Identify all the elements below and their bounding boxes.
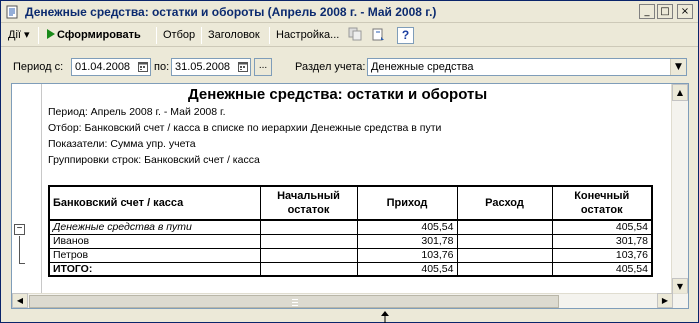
run-report-button[interactable]: Сформировать — [43, 26, 144, 45]
actions-menu-button[interactable]: Дії ▾ — [5, 26, 33, 45]
close-button[interactable]: × — [677, 4, 693, 19]
copy-settings-icon[interactable] — [346, 27, 364, 44]
report-info-filter: Отбор: Банковский счет / касса в списке … — [48, 122, 442, 134]
total-label: ИТОГО: — [48, 261, 261, 277]
total-income: 405,54 — [356, 261, 458, 277]
thumb-grip — [292, 305, 298, 306]
minimize-button[interactable]: _ — [639, 4, 655, 19]
toolbar-separator — [156, 27, 157, 44]
report-info-grouping: Группировки строк: Банковский счет / кас… — [48, 154, 260, 166]
period-to-field[interactable]: 31.05.2008 — [171, 58, 251, 76]
row-income: 103,76 — [356, 247, 458, 263]
horizontal-scroll-thumb[interactable] — [29, 295, 559, 308]
row-start-balance — [259, 247, 358, 263]
column-header-end-balance: Конечный остаток — [551, 185, 653, 221]
report-window: Денежные средства: остатки и обороты (Ап… — [0, 0, 699, 323]
group-tree-line-end — [19, 263, 25, 264]
row-account-name: Иванов — [48, 233, 261, 249]
row-expense — [456, 247, 553, 263]
row-expense — [456, 219, 553, 235]
row-income: 405,54 — [356, 219, 458, 235]
scroll-left-icon[interactable]: ◀ — [12, 293, 28, 308]
period-from-label: Период с: — [13, 61, 64, 73]
total-expense — [456, 261, 553, 277]
thumb-grip — [292, 299, 298, 300]
toolbar-separator — [269, 27, 270, 44]
period-from-value: 01.04.2008 — [75, 61, 131, 73]
column-header-income: Приход — [356, 185, 458, 221]
report-title: Денежные средства: остатки и обороты — [188, 86, 488, 103]
report-info-period: Период: Апрель 2008 г. - Май 2008 г. — [48, 106, 226, 118]
period-from-field[interactable]: 01.04.2008 — [71, 58, 151, 76]
window-title: Денежные средства: остатки и обороты (Ап… — [25, 5, 437, 19]
report-info-indicators: Показатели: Сумма упр. учета — [48, 138, 196, 150]
table-row[interactable]: Иванов 301,78 301,78 — [48, 233, 653, 249]
row-start-balance — [259, 233, 358, 249]
chevron-down-icon: ▾ — [24, 29, 30, 41]
row-end-balance: 405,54 — [551, 219, 653, 235]
document-icon — [6, 5, 18, 19]
toolbar-separator — [201, 27, 202, 44]
title-bar[interactable]: Денежные средства: остатки и обороты (Ап… — [1, 1, 698, 23]
row-expense — [456, 233, 553, 249]
total-start-balance — [259, 261, 358, 277]
collapse-group-toggle[interactable]: − — [14, 224, 25, 235]
group-tree-line — [19, 236, 20, 264]
period-select-button[interactable]: ... — [254, 58, 272, 76]
toolbar: Дії ▾ Сформировать Отбор Заголовок Настр… — [1, 24, 698, 47]
section-select[interactable]: Денежные средства ▼ — [367, 58, 687, 76]
calendar-icon[interactable] — [137, 59, 149, 75]
header-button[interactable]: Заголовок — [205, 26, 263, 45]
vertical-scrollbar[interactable]: ▲ ▼ — [671, 84, 688, 295]
period-to-label: по: — [154, 61, 170, 73]
row-start-balance — [259, 219, 358, 235]
section-value: Денежные средства — [371, 61, 474, 73]
table-total-row[interactable]: ИТОГО: 405,54 405,54 — [48, 261, 653, 277]
report-panel[interactable]: − Денежные средства: остатки и обороты П… — [11, 83, 689, 309]
filter-button[interactable]: Отбор — [160, 26, 198, 45]
maximize-button[interactable]: □ — [657, 4, 673, 19]
table-row[interactable]: Петров 103,76 103,76 — [48, 247, 653, 263]
settings-button[interactable]: Настройка... — [273, 26, 342, 45]
resize-cursor-icon[interactable] — [379, 311, 391, 323]
row-end-balance: 103,76 — [551, 247, 653, 263]
scroll-right-icon[interactable]: ▶ — [657, 293, 673, 308]
refresh-settings-icon[interactable] — [369, 27, 387, 44]
horizontal-scrollbar[interactable]: ◀ ▶ — [12, 293, 688, 308]
chevron-down-icon[interactable]: ▼ — [670, 59, 686, 75]
table-header-row: Банковский счет / касса Начальный остато… — [48, 185, 653, 221]
scroll-up-icon[interactable]: ▲ — [672, 84, 688, 101]
play-icon — [47, 29, 55, 39]
table-row[interactable]: Денежные средства в пути 405,54 405,54 — [48, 219, 653, 235]
run-report-label: Сформировать — [57, 29, 141, 41]
toolbar-separator — [38, 27, 39, 44]
row-income: 301,78 — [356, 233, 458, 249]
row-account-name: Денежные средства в пути — [48, 219, 261, 235]
column-header-expense: Расход — [456, 185, 553, 221]
report-table: Банковский счет / касса Начальный остато… — [48, 185, 653, 277]
thumb-grip — [292, 302, 298, 303]
column-header-account: Банковский счет / касса — [48, 185, 261, 221]
section-label: Раздел учета: — [295, 61, 366, 73]
calendar-icon[interactable] — [237, 59, 249, 75]
total-end-balance: 405,54 — [551, 261, 653, 277]
grouping-gutter: − — [12, 84, 42, 295]
actions-label: Дії — [8, 29, 21, 41]
column-header-start-balance: Начальный остаток — [259, 185, 358, 221]
row-end-balance: 301,78 — [551, 233, 653, 249]
row-account-name: Петров — [48, 247, 261, 263]
period-to-value: 31.05.2008 — [175, 61, 231, 73]
help-button[interactable]: ? — [397, 27, 414, 44]
